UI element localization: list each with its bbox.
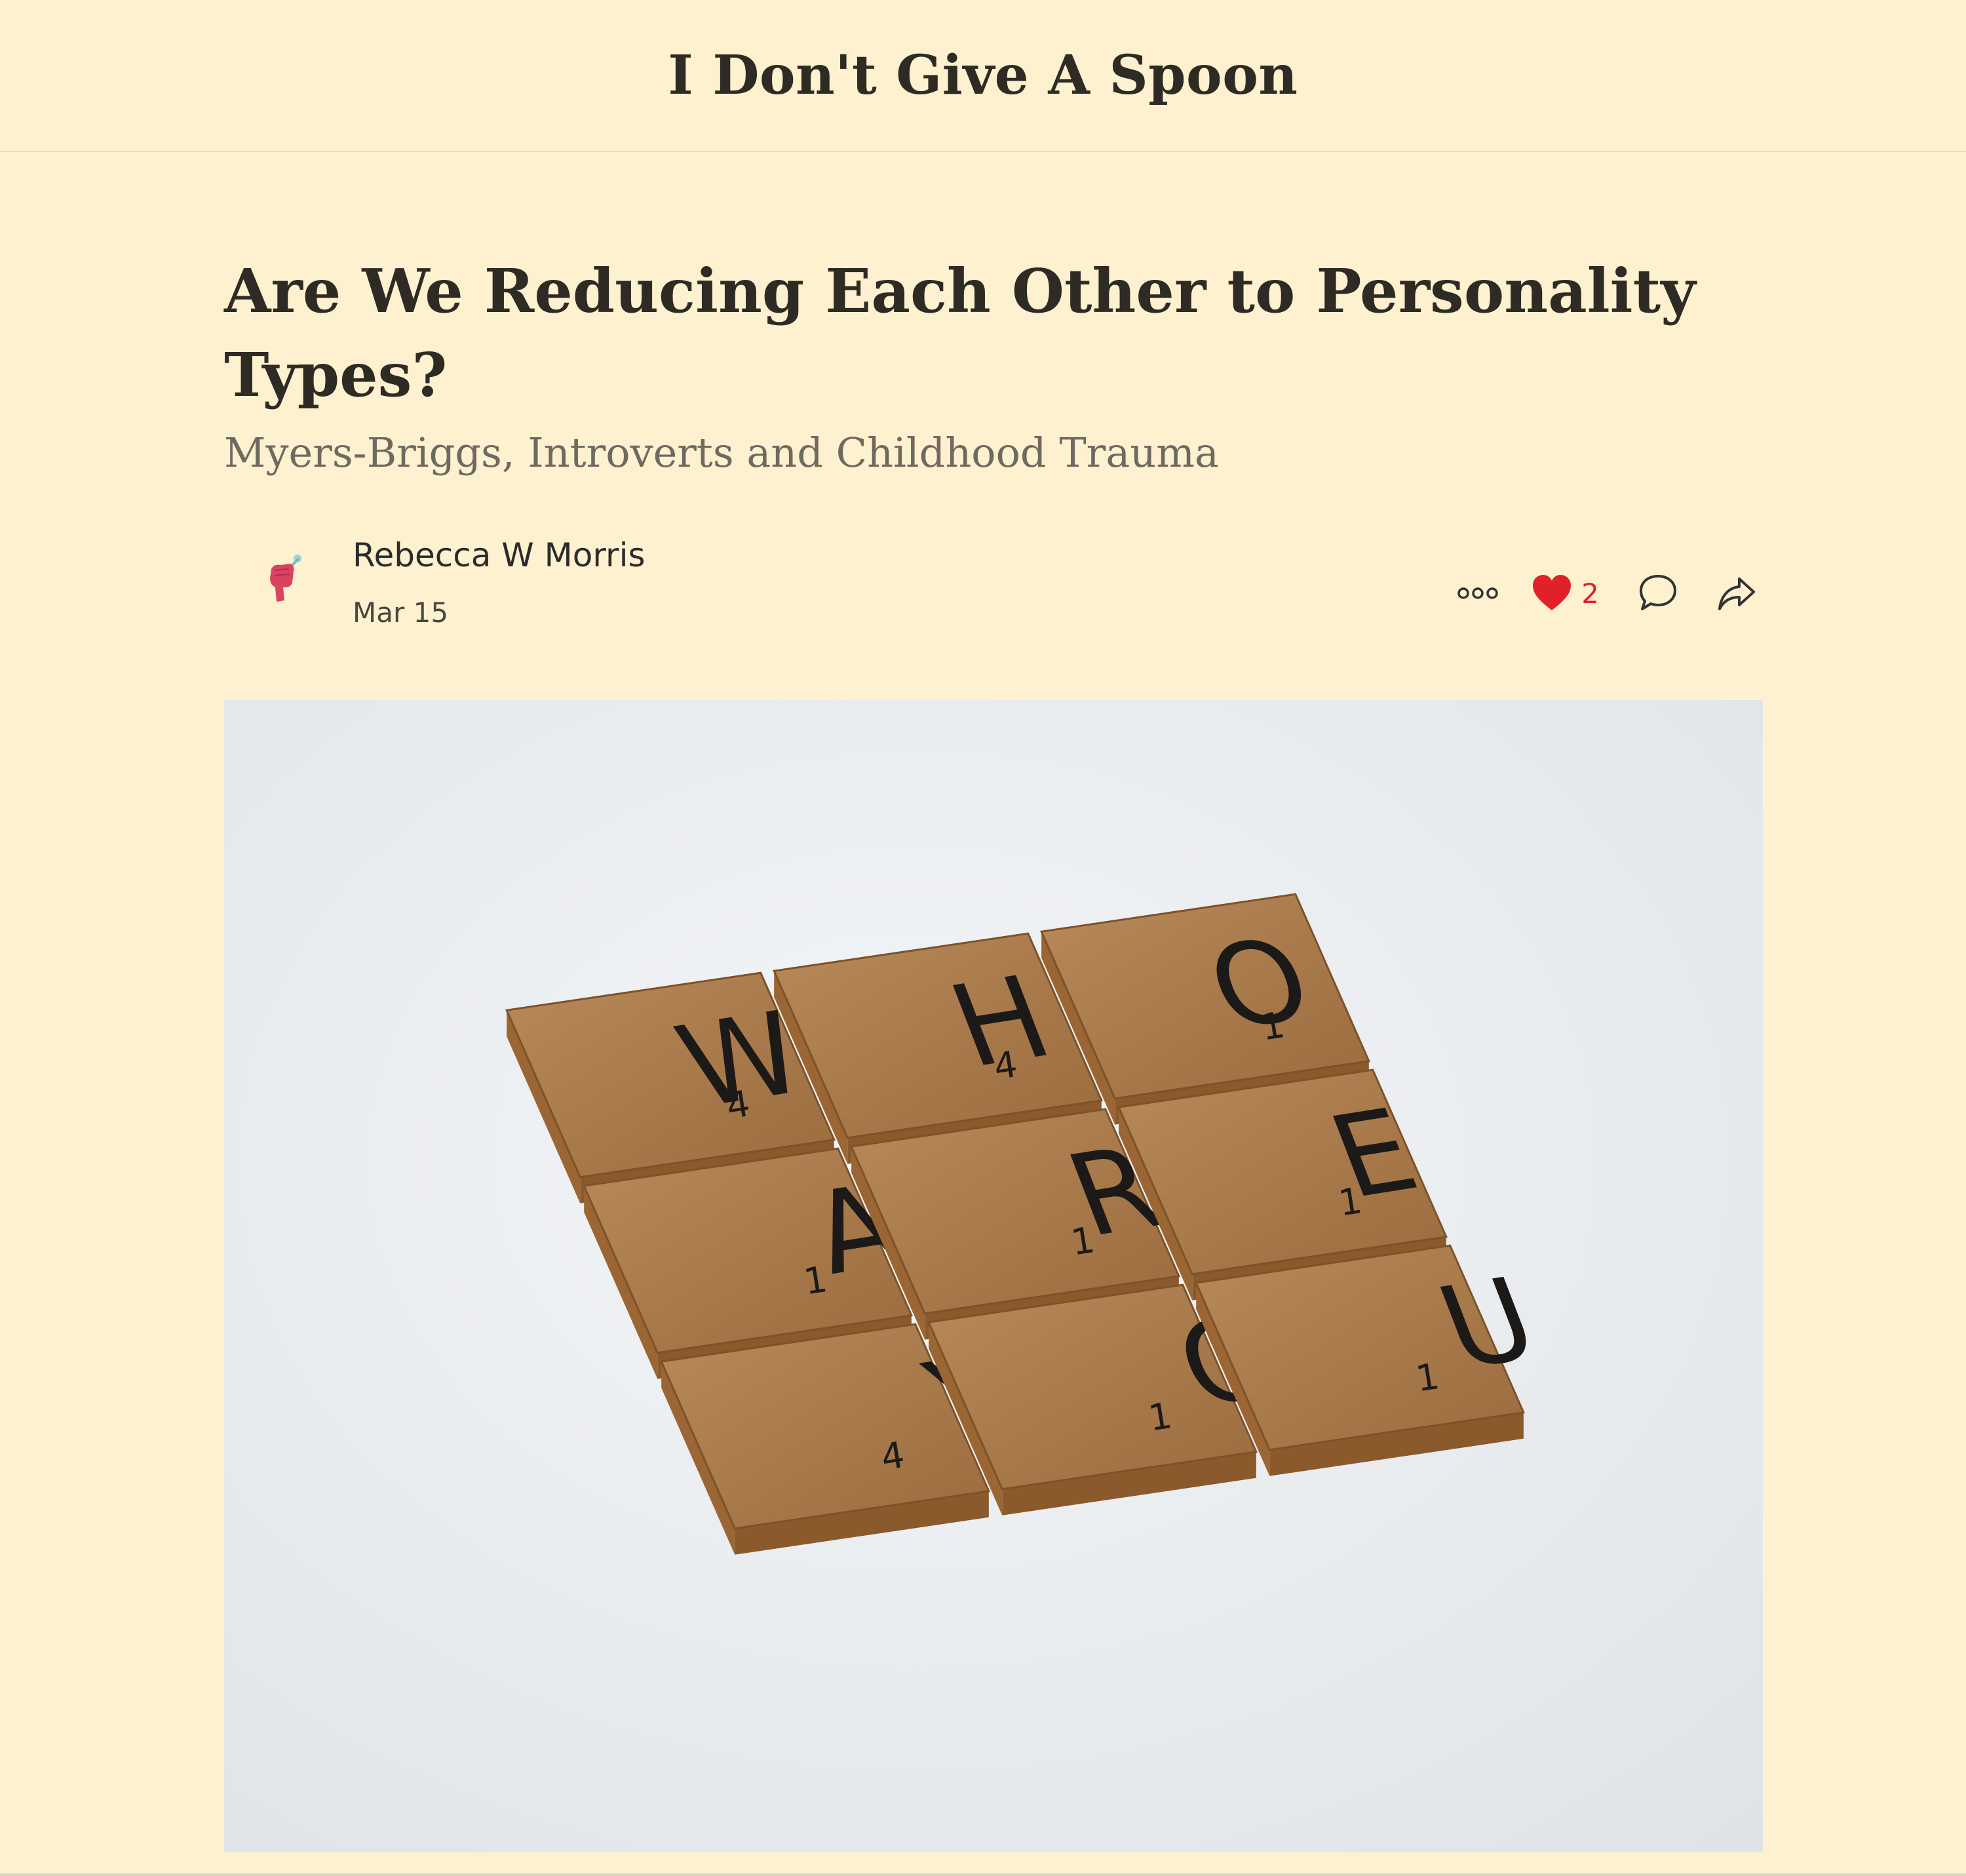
more-button[interactable] [1452,567,1504,619]
publication-header: I Don't Give A Spoon [0,0,1966,152]
post-title: Are We Reducing Each Other to Personalit… [224,256,1696,410]
share-button[interactable] [1710,567,1763,619]
publication-name[interactable]: I Don't Give A Spoon [668,44,1298,107]
post-meta: Rebecca W Morris Mar 15 2 [224,531,1763,642]
comment-bubble-icon [1640,575,1676,610]
author-name[interactable]: Rebecca W Morris [353,536,646,574]
post-date: Mar 15 [353,596,449,629]
divider [0,1873,1966,1876]
hero-image: W4H4O1A1R1E1Y4O1U1 [224,700,1763,1852]
scrabble-tiles-photo: W4H4O1A1R1E1Y4O1U1 [224,700,1763,1852]
post-subtitle: Myers-Briggs, Introverts and Childhood T… [224,429,1219,477]
avatar[interactable] [252,544,317,610]
share-arrow-icon [1718,577,1755,610]
like-count: 2 [1581,577,1599,610]
more-dots-icon [1457,587,1499,599]
post-actions: 2 [1452,564,1763,623]
post-header: Are We Reducing Each Other to Personalit… [224,249,1764,477]
fist-icon [270,555,301,602]
comment-button[interactable] [1632,567,1684,619]
like-button[interactable]: 2 [1532,567,1599,619]
heart-icon [1533,575,1571,610]
